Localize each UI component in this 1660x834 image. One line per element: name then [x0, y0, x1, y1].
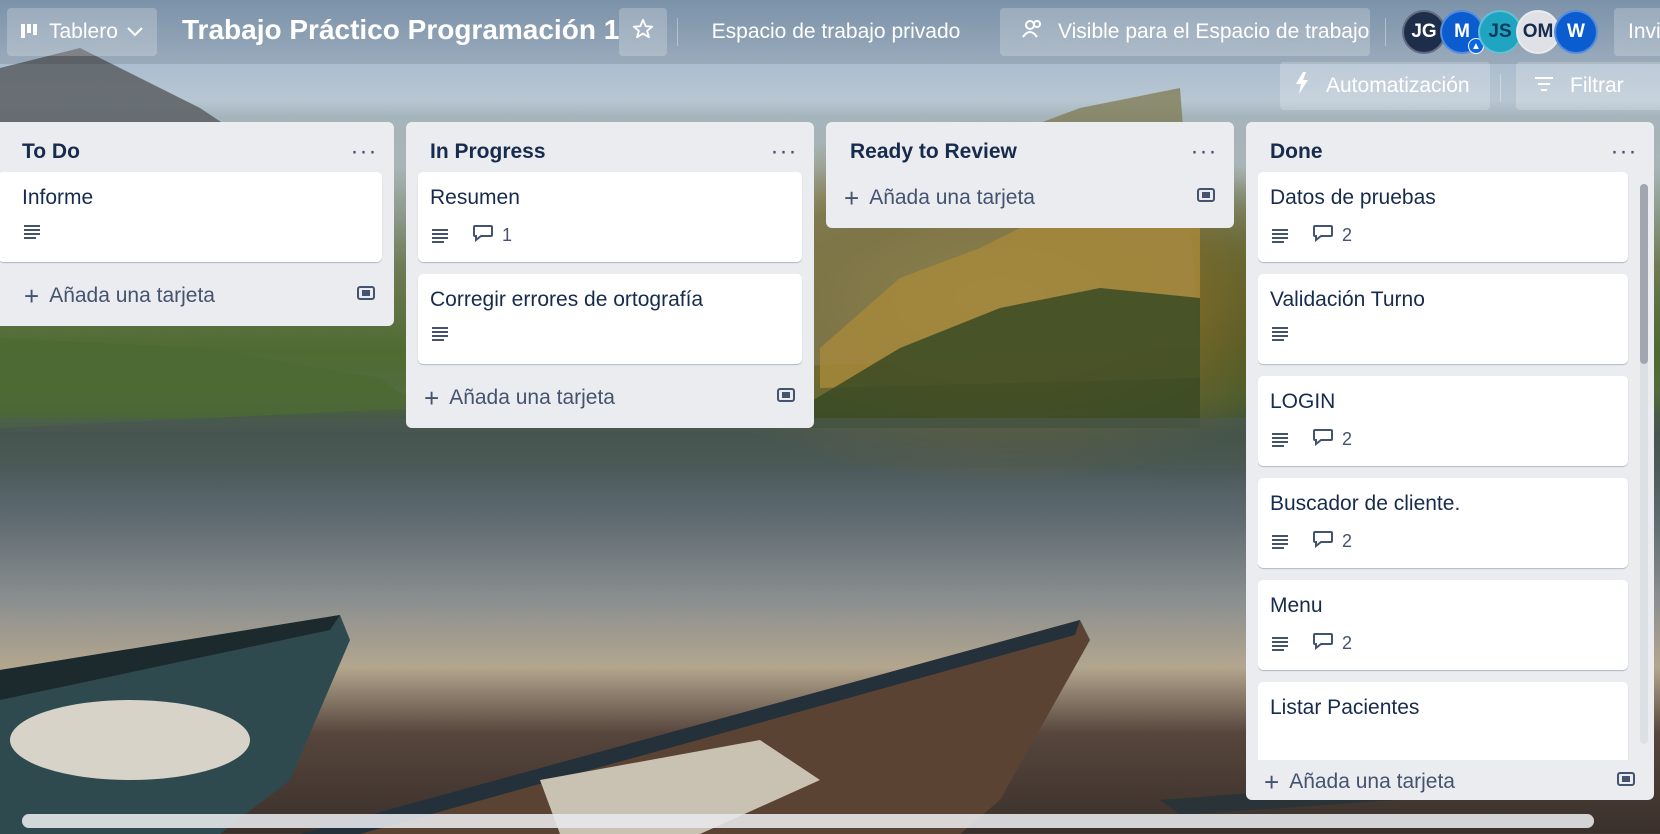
visibility-button[interactable]: Visible para el Espacio de trabajo	[1000, 8, 1370, 56]
card[interactable]: Resumen 1	[418, 172, 802, 262]
board-view-icon	[21, 20, 41, 44]
card-title: LOGIN	[1270, 390, 1336, 413]
card-template-icon[interactable]	[356, 284, 376, 308]
comment-icon	[472, 224, 494, 247]
workspace-button[interactable]: Espacio de trabajo privado	[691, 8, 981, 56]
comment-badge: 2	[1312, 530, 1352, 553]
scrollbar-thumb[interactable]	[1640, 184, 1648, 364]
plus-icon: +	[844, 182, 860, 213]
comment-icon	[1312, 224, 1334, 247]
card-template-icon[interactable]	[1616, 770, 1636, 794]
more-icon[interactable]: ···	[1186, 136, 1222, 168]
card-title: Informe	[22, 186, 94, 209]
more-icon[interactable]: ···	[766, 136, 802, 168]
comment-icon	[1312, 632, 1334, 655]
comment-count: 2	[1342, 429, 1353, 449]
comment-count: 2	[1342, 633, 1353, 653]
star-board-button[interactable]	[619, 8, 667, 56]
description-icon	[430, 228, 450, 244]
invite-label: Invi	[1628, 20, 1660, 43]
card[interactable]: Datos de pruebas 2	[1258, 172, 1628, 262]
invite-button[interactable]: Invi	[1614, 8, 1660, 56]
list-title[interactable]: Ready to Review	[850, 140, 1017, 164]
list-in-progress: In Progress ··· Resumen 1 Corregir error…	[406, 122, 814, 428]
lightning-icon	[1294, 72, 1310, 100]
list-done: Done ··· Datos de pruebas 2 Validación T…	[1246, 122, 1654, 800]
visibility-label: Visible para el Espacio de trabajo	[1058, 20, 1370, 43]
comment-icon	[1312, 428, 1334, 451]
list-scrollbar[interactable]	[1640, 184, 1648, 744]
card[interactable]: Menu 2	[1258, 580, 1628, 670]
comment-count: 2	[1342, 225, 1353, 245]
card-title: Buscador de cliente.	[1270, 492, 1461, 515]
add-card-button[interactable]: + Añada una tarjeta	[1258, 760, 1642, 800]
plus-icon: +	[24, 280, 40, 311]
plus-icon: +	[1264, 766, 1280, 797]
description-icon	[430, 326, 450, 342]
scrollbar-thumb[interactable]	[22, 814, 1594, 828]
comment-count: 2	[1342, 531, 1353, 551]
card[interactable]: Corregir errores de ortografía	[418, 274, 802, 364]
add-card-label: Añada una tarjeta	[869, 186, 1035, 209]
add-card-label: Añada una tarjeta	[449, 386, 615, 409]
list-title[interactable]: In Progress	[430, 140, 546, 164]
description-icon	[1270, 228, 1290, 244]
card-list: Datos de pruebas 2 Validación Turno LOGI…	[1258, 172, 1642, 760]
add-card-button[interactable]: + Añada una tarjeta	[0, 274, 382, 318]
description-icon	[1270, 534, 1290, 550]
description-icon	[22, 224, 42, 240]
card-title: Resumen	[430, 186, 520, 209]
card[interactable]: Buscador de cliente. 2	[1258, 478, 1628, 568]
add-card-button[interactable]: + Añada una tarjeta	[838, 176, 1222, 220]
star-icon	[632, 18, 654, 46]
automation-button[interactable]: Automatización	[1280, 62, 1490, 110]
header-divider	[1500, 74, 1501, 102]
avatar[interactable]: W	[1554, 10, 1598, 54]
description-icon	[1270, 636, 1290, 652]
add-card-label: Añada una tarjeta	[1289, 770, 1455, 793]
people-icon	[1022, 19, 1044, 45]
card-title: Listar Pacientes	[1270, 696, 1420, 719]
comment-badge: 2	[1312, 632, 1352, 655]
list-title[interactable]: To Do	[22, 140, 80, 164]
card[interactable]: Validación Turno	[1258, 274, 1628, 364]
filter-label: Filtrar	[1570, 74, 1624, 97]
board-view-switcher[interactable]: Tablero	[7, 8, 157, 56]
header-divider	[1385, 18, 1386, 46]
chevron-down-icon	[126, 20, 144, 44]
plus-icon: +	[424, 382, 440, 413]
description-icon	[1270, 326, 1290, 342]
comment-count: 1	[502, 225, 513, 245]
comment-badge: 2	[1312, 224, 1352, 247]
add-card-label: Añada una tarjeta	[49, 284, 215, 307]
card[interactable]: Informe	[0, 172, 382, 262]
card-template-icon[interactable]	[776, 386, 796, 410]
list-ready-to-review: Ready to Review ··· + Añada una tarjeta	[826, 122, 1234, 228]
card[interactable]: Listar Pacientes	[1258, 682, 1628, 760]
card-title: Datos de pruebas	[1270, 186, 1436, 209]
description-icon	[1270, 432, 1290, 448]
card-title: Corregir errores de ortografía	[430, 288, 704, 311]
board-horizontal-scrollbar[interactable]	[22, 814, 1594, 828]
member-avatars: JG M ▲ JS OM W	[1402, 10, 1598, 54]
comment-icon	[1312, 530, 1334, 553]
board-title[interactable]: Trabajo Práctico Programación 1	[182, 14, 619, 46]
more-icon[interactable]: ···	[1606, 136, 1642, 168]
board-view-label: Tablero	[49, 20, 118, 43]
card-template-icon[interactable]	[1196, 186, 1216, 210]
add-card-button[interactable]: + Añada una tarjeta	[418, 376, 802, 420]
card-title: Validación Turno	[1270, 288, 1425, 311]
list-todo: To Do ··· Informe + Añada una tarjeta	[0, 122, 394, 326]
filter-icon	[1534, 74, 1554, 98]
card-title: Menu	[1270, 594, 1323, 617]
automation-label: Automatización	[1326, 74, 1470, 97]
comment-badge: 2	[1312, 428, 1352, 451]
filter-button[interactable]: Filtrar	[1516, 62, 1660, 110]
header-divider	[677, 18, 678, 46]
comment-badge: 1	[472, 224, 512, 247]
more-icon[interactable]: ···	[346, 136, 382, 168]
workspace-label: Espacio de trabajo privado	[711, 20, 961, 43]
card[interactable]: LOGIN 2	[1258, 376, 1628, 466]
list-title[interactable]: Done	[1270, 140, 1323, 164]
